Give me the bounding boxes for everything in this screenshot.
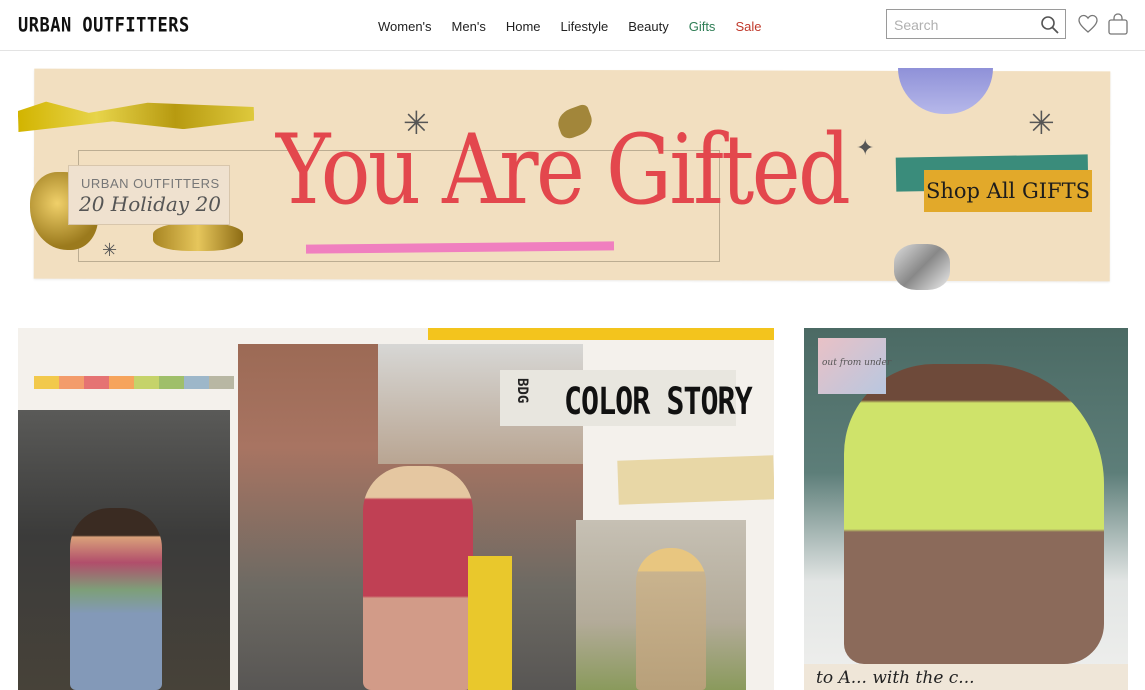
tape-decoration	[617, 455, 774, 505]
heart-icon[interactable]	[1077, 13, 1099, 35]
shop-all-gifts-button[interactable]: Shop All GIFTS	[924, 170, 1092, 212]
gold-foil-decoration	[153, 223, 243, 251]
sparkle-icon: ✳	[102, 240, 118, 261]
search-icon[interactable]	[1040, 15, 1060, 35]
holiday-card-text: 20 Holiday 20	[79, 192, 221, 216]
nav-mens[interactable]: Men's	[452, 19, 486, 34]
color-swatch	[209, 376, 234, 389]
sparkle-icon: ✦	[856, 136, 875, 161]
model-photo-left	[70, 508, 162, 690]
out-from-under-promo[interactable]: out from under to A... with the c...	[804, 328, 1128, 690]
banner-headline: You Are Gifted	[276, 114, 851, 226]
model-photo	[844, 364, 1104, 664]
color-story-promo[interactable]: BDG COLOR STORY	[18, 328, 774, 690]
color-swatch	[134, 376, 159, 389]
site-header: URBAN OUTFITTERS Women's Men's Home Life…	[0, 0, 1145, 51]
nav-sale[interactable]: Sale	[735, 19, 761, 34]
nav-womens[interactable]: Women's	[378, 19, 432, 34]
main-nav: Women's Men's Home Lifestyle Beauty Gift…	[378, 19, 781, 34]
brand-card-text: out from under	[822, 358, 892, 368]
nav-gifts[interactable]: Gifts	[689, 19, 716, 34]
holiday-banner[interactable]: URBAN OUTFITTERS 20 Holiday 20 ✳ ✳ ✳ ✦ Y…	[18, 60, 1128, 300]
shopping-bag-icon[interactable]	[1107, 12, 1129, 36]
handwritten-script: to A... with the c...	[816, 668, 975, 688]
site-logo[interactable]: URBAN OUTFITTERS	[18, 14, 190, 37]
yellow-mailbox	[468, 556, 512, 690]
nav-home[interactable]: Home	[506, 19, 541, 34]
color-swatch	[84, 376, 109, 389]
silver-foil-decoration	[894, 244, 950, 290]
color-swatch	[159, 376, 184, 389]
color-swatch	[34, 376, 59, 389]
color-swatch	[59, 376, 84, 389]
model-photo-right	[636, 548, 706, 690]
color-story-title: COLOR STORY	[564, 380, 753, 424]
search-input[interactable]	[892, 11, 1036, 39]
brand-card: out from under	[818, 338, 891, 394]
nav-beauty[interactable]: Beauty	[628, 19, 668, 34]
yellow-border-strip	[428, 328, 774, 340]
color-swatch	[109, 376, 134, 389]
search-box	[886, 9, 1066, 39]
holiday-card: URBAN OUTFITTERS 20 Holiday 20	[68, 165, 230, 225]
holiday-card-brand: URBAN OUTFITTERS	[81, 176, 220, 191]
color-swatch	[184, 376, 209, 389]
model-photo-center	[363, 466, 473, 690]
nav-lifestyle[interactable]: Lifestyle	[561, 19, 609, 34]
color-swatch-strip	[34, 376, 234, 389]
sparkle-icon: ✳	[1028, 104, 1055, 142]
bdg-label: BDG	[514, 378, 530, 404]
